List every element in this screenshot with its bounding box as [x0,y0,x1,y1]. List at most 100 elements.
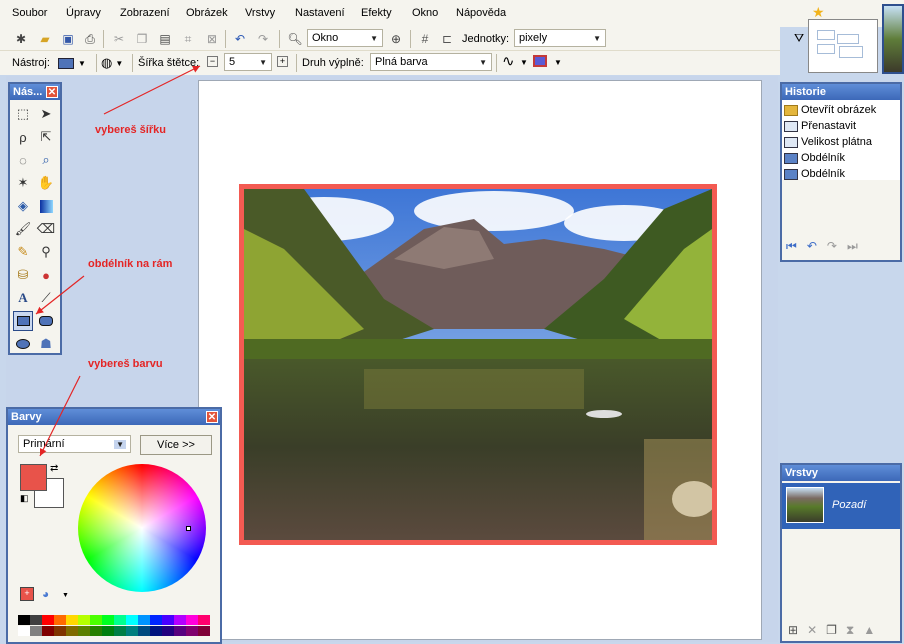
redo-icon[interactable]: ↷ [827,239,837,255]
duplicate-layer-icon[interactable]: ❐ [826,623,837,639]
palette-swatch[interactable] [18,615,30,625]
ruler-icon[interactable]: ⊏ [438,30,456,48]
antialias-select[interactable]: ◍ ▼ [101,54,129,72]
line-curve-icon[interactable]: ⟋ [36,288,56,308]
freeform-shape-icon[interactable]: ☗ [36,334,56,354]
save-icon[interactable]: ▣ [59,30,77,48]
draw-mode-icon[interactable] [533,55,547,67]
palette-swatch[interactable] [162,626,174,636]
history-item[interactable]: Velikost plátna [782,134,900,150]
menu-nastaveni[interactable]: Nastavení [295,7,345,19]
gradient-icon[interactable] [36,196,56,216]
menu-efekty[interactable]: Efekty [361,7,392,19]
navigator-preview[interactable] [808,19,878,73]
chevron-down-icon[interactable]: ▼ [520,58,528,67]
eraser-icon[interactable]: ⌫ [36,219,56,239]
pan-icon[interactable]: ✋ [36,173,56,193]
magic-wand-icon[interactable]: ✶ [13,173,33,193]
copy-icon[interactable]: ❐ [133,30,151,48]
deselect-icon[interactable]: ⊠ [203,30,221,48]
palette-swatch[interactable] [30,626,42,636]
palette-swatch[interactable] [114,626,126,636]
lasso-select-icon[interactable]: ρ [13,127,33,147]
primary-color-swatch[interactable] [20,464,47,491]
reset-colors-icon[interactable]: ◧ [20,493,29,504]
paint-bucket-icon[interactable]: ◈ [13,196,33,216]
grid-icon[interactable]: # [416,30,434,48]
rewind-icon[interactable]: ⏮ [786,239,797,255]
close-icon[interactable]: ✕ [46,86,58,98]
palette-swatch[interactable] [42,615,54,625]
filter-icon[interactable]: ⛛ [794,31,804,46]
color-wheel-marker[interactable] [186,526,191,531]
palette-swatch[interactable] [174,626,186,636]
palette-swatch[interactable] [150,615,162,625]
palette-swatch[interactable] [90,615,102,625]
zoom-out-icon[interactable]: 🔍︎ [286,30,304,48]
menu-napoveda[interactable]: Nápověda [456,7,506,19]
recolor-icon[interactable]: ● [36,265,56,285]
units-select[interactable]: pixely ▼ [514,29,606,47]
palette-swatch[interactable] [102,626,114,636]
palette-menu-icon[interactable]: ◕ [42,587,49,601]
crop-icon[interactable]: ⌗ [179,30,197,48]
color-mode-select[interactable]: Primární ▼ [18,435,131,453]
palette-swatch[interactable] [186,626,198,636]
new-file-icon[interactable]: ✱ [12,30,30,48]
paste-icon[interactable]: ▤ [156,30,174,48]
history-item[interactable]: Obdélník [782,166,900,182]
menu-obrazek[interactable]: Obrázek [186,7,228,19]
ellipse-tool-icon[interactable] [13,334,33,354]
palette-swatch[interactable] [66,626,78,636]
delete-layer-icon[interactable]: ✕ [807,623,817,639]
palette-swatch[interactable] [42,626,54,636]
redo-icon[interactable]: ↷ [254,30,272,48]
undo-icon[interactable]: ↶ [231,30,249,48]
palette-swatch[interactable] [30,615,42,625]
add-palette-color-icon[interactable]: + [20,587,34,601]
color-picker-icon[interactable]: ⚲ [36,242,56,262]
palette-swatch[interactable] [174,615,186,625]
move-selected-icon[interactable]: ➤ [36,104,56,124]
tool-select[interactable]: ▼ [58,55,90,71]
palette-swatch[interactable] [78,626,90,636]
palette-swatch[interactable] [138,615,150,625]
brush-width-input[interactable]: 5 ▼ [224,53,272,71]
history-item[interactable]: Přenastavit [782,118,900,134]
ellipse-select-icon[interactable]: ◌ [13,150,33,170]
image-thumbnail[interactable] [882,4,904,74]
palette-swatch[interactable] [162,615,174,625]
palette-swatch[interactable] [198,626,210,636]
palette-swatch[interactable] [102,615,114,625]
add-layer-icon[interactable]: ⊞ [788,623,798,639]
palette-swatch[interactable] [18,626,30,636]
color-wheel[interactable] [78,464,206,592]
zoom-icon[interactable]: ⌕ [36,150,56,170]
pencil-icon[interactable]: ✎ [13,242,33,262]
menu-upravy[interactable]: Úpravy [66,7,101,19]
history-item[interactable]: Obdélník [782,150,900,166]
layer-row[interactable]: Pozadí [782,483,900,529]
print-icon[interactable]: ⎙ [81,30,99,48]
decrease-width-button[interactable]: − [207,56,218,67]
palette-swatch[interactable] [78,615,90,625]
palette-swatch[interactable] [90,626,102,636]
paintbrush-icon[interactable]: 🖌︎ [13,219,33,239]
fast-forward-icon[interactable]: ⏭ [847,239,858,255]
palette-swatch[interactable] [54,615,66,625]
chevron-down-icon[interactable]: ▼ [554,58,562,67]
merge-layer-icon[interactable]: ⧗ [846,623,854,639]
zoom-in-icon[interactable]: ⊕ [387,30,405,48]
close-icon[interactable]: ✕ [206,411,218,423]
palette-swatch[interactable] [198,615,210,625]
palette-swatch[interactable] [126,626,138,636]
menu-vrstvy[interactable]: Vrstvy [245,7,275,19]
color-palette[interactable] [18,615,214,637]
cut-icon[interactable]: ✂ [110,30,128,48]
open-folder-icon[interactable]: ▰ [36,30,54,48]
move-selection-icon[interactable]: ⇱ [36,127,56,147]
palette-swatch[interactable] [126,615,138,625]
palette-swatch[interactable] [186,615,198,625]
fill-select[interactable]: Plná barva ▼ [370,53,492,71]
rounded-rectangle-icon[interactable] [36,311,56,331]
